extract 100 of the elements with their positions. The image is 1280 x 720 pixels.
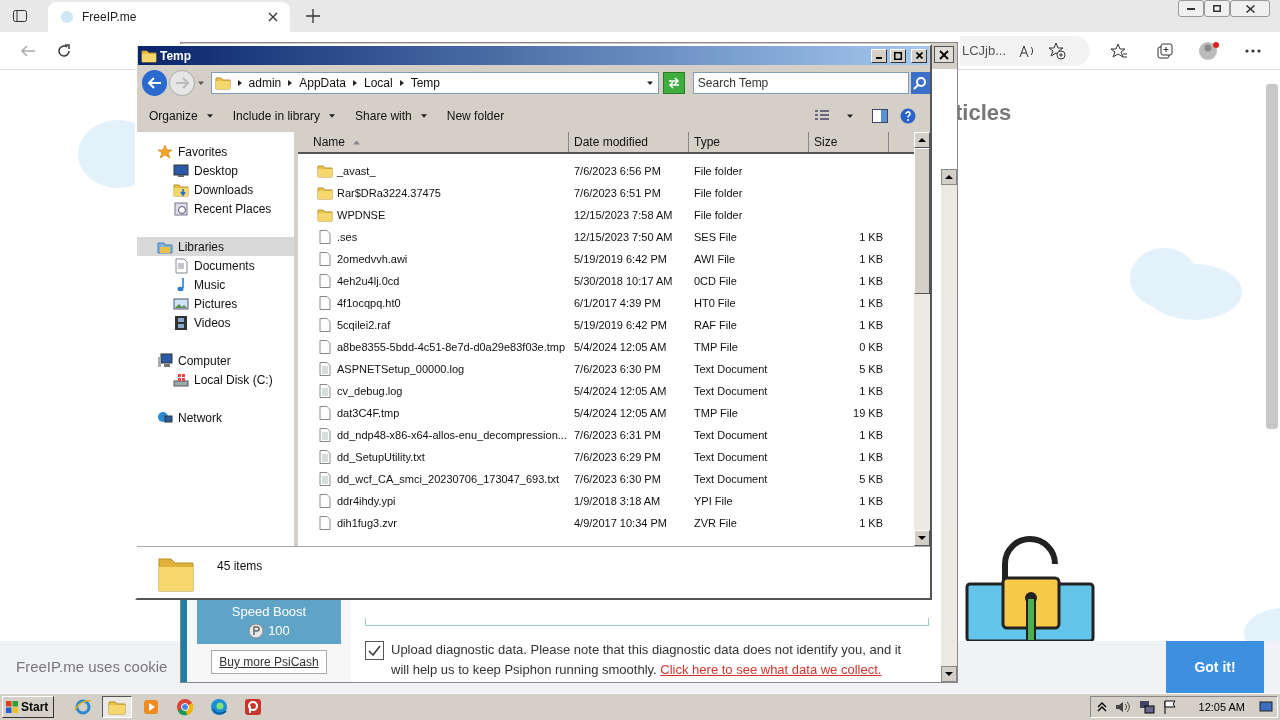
size-cell-text: 19 KB (853, 405, 883, 421)
file-row[interactable]: 5cqilei2.raf 5/19/2019 6:42 PM RAF File 1 KB (298, 314, 914, 336)
file-name: dih1fug3.zvr (337, 515, 397, 531)
clock[interactable]: 12:05 AM (1198, 698, 1245, 716)
file-row[interactable]: Rar$DRa3224.37475 7/6/2023 6:51 PM File folder (298, 182, 914, 204)
minimize-button[interactable] (1178, 0, 1204, 17)
date-cell-text: 7/6/2023 6:30 PM (573, 361, 662, 377)
file-row[interactable]: 2omedvvh.awi 5/19/2019 6:42 PM AWI File 1 KB (298, 248, 914, 270)
input-field[interactable] (365, 618, 929, 626)
data-info-link[interactable]: Click here to see what data we collect. (660, 662, 882, 677)
toolbar-button[interactable]: Include in library (226, 104, 342, 128)
file-row[interactable]: a8be8355-5bdd-4c51-8e7d-d0a29e83f03e.tmp 5/4/2024 12:05 AM TMP File 0 KB (298, 336, 914, 358)
scrollbar[interactable] (941, 169, 957, 682)
close-button[interactable] (934, 46, 954, 63)
nav-item[interactable]: Music (137, 275, 294, 294)
p-logo-icon (244, 698, 262, 716)
file-row[interactable]: 4eh2u4lj.0cd 5/30/2018 10:17 AM 0CD File 1 KB (298, 270, 914, 292)
close-icon (1245, 4, 1255, 13)
nav-item[interactable]: Desktop (137, 161, 294, 180)
scroll-up-icon (945, 174, 953, 180)
breadcrumb-item[interactable]: admin (248, 74, 282, 92)
folder-icon (317, 163, 333, 179)
file-row[interactable]: dat3C4F.tmp 5/4/2024 12:05 AM TMP File 19 KB (298, 402, 914, 424)
back-arrow-icon (20, 42, 36, 59)
taskbar-app[interactable] (102, 696, 132, 718)
details-pane: 45 items (137, 546, 930, 598)
network-icon (1138, 700, 1155, 714)
search-field[interactable]: Search Temp (692, 72, 909, 94)
file-row[interactable]: dd_SetupUtility.txt 7/6/2023 6:29 PM Text Document 1 KB (298, 446, 914, 468)
search-button[interactable] (910, 72, 930, 94)
nav-item[interactable]: Pictures (137, 294, 294, 313)
nav-item[interactable]: Local Disk (C:) (137, 370, 294, 389)
toolbar-button[interactable]: Organize (143, 104, 219, 128)
scrollbar[interactable] (1266, 84, 1278, 429)
breadcrumb-item[interactable]: AppData (299, 74, 346, 92)
date-cell-text: 7/6/2023 6:29 PM (573, 449, 662, 465)
address-bar[interactable]: admin AppData Local Temp (210, 72, 660, 94)
file-name: _avast_ (337, 163, 376, 179)
size-cell-text: 1 KB (859, 383, 883, 399)
minimize-icon (876, 57, 882, 59)
toolbar-button[interactable]: Share with (349, 104, 433, 128)
chevron-icon[interactable] (236, 79, 243, 87)
date-cell-text: 7/6/2023 6:51 PM (573, 185, 662, 201)
type-cell-text: File folder (693, 185, 744, 201)
column-header[interactable]: Name (298, 132, 569, 152)
back-button[interactable] (142, 70, 168, 96)
file-row[interactable]: 4f1ocqpq.ht0 6/1/2017 4:39 PM HT0 File 1 KB (298, 292, 914, 314)
chevron-icon[interactable] (351, 79, 358, 87)
file-row[interactable]: _avast_ 7/6/2023 6:56 PM File folder (298, 160, 914, 182)
file-row[interactable]: dih1fug3.zvr 4/9/2017 10:34 PM ZVR File 1 KB (298, 512, 914, 534)
nav-item[interactable]: Computer (137, 351, 294, 370)
back-arrow-icon (147, 77, 162, 89)
diagnostic-text: Upload diagnostic data. Please note that this diagnostic data does not identify you, and it will help us to keep Psiphon running smoothly. Click here to see what data we collect. (391, 641, 903, 679)
chevron-icon[interactable] (398, 79, 405, 87)
nav-item[interactable]: Libraries (137, 237, 294, 256)
nav-item[interactable]: Favorites (137, 142, 294, 161)
column-header[interactable]: Size (809, 132, 889, 152)
computer-icon (157, 352, 173, 369)
file-row[interactable]: .ses 12/15/2023 7:50 AM SES File 1 KB (298, 226, 914, 248)
type-cell-text: ZVR File (693, 515, 738, 531)
close-button[interactable] (1230, 0, 1270, 17)
maximize-button[interactable] (1204, 0, 1230, 17)
tab-actions-icon (12, 8, 28, 24)
buy-psicash-button[interactable]: Buy more PsiCash (211, 650, 327, 674)
type-cell-text: Text Document (693, 383, 769, 399)
file-row[interactable]: dd_wcf_CA_smci_20230706_173047_693.txt 7/6/2023 6:30 PM Text Document 5 KB (298, 468, 914, 490)
nav-item[interactable]: Network (137, 408, 294, 427)
file-name: ddr4ihdy.ypi (337, 493, 396, 509)
file-name: Rar$DRa3224.37475 (337, 185, 441, 201)
column-header[interactable]: Date modified (569, 132, 689, 152)
type-cell-text: RAF File (693, 317, 738, 333)
column-header[interactable]: Type (689, 132, 809, 152)
checkbox[interactable] (365, 641, 384, 660)
help-icon (900, 108, 916, 124)
file-row[interactable]: dd_ndp48-x86-x64-allos-enu_decompression... 7/6/2023 6:31 PM Text Document 1 KB (298, 424, 914, 446)
nav-item[interactable]: Documents (137, 256, 294, 275)
chevron-icon[interactable] (287, 79, 294, 87)
file-row[interactable]: ddr4ihdy.ypi 1/9/2018 3:18 AM YPI File 1 KB (298, 490, 914, 512)
start-button[interactable]: Start (2, 696, 54, 718)
date-cell-text: 7/6/2023 6:31 PM (573, 427, 662, 443)
file-row[interactable]: cv_debug.log 5/4/2024 12:05 AM Text Document 1 KB (298, 380, 914, 402)
file-name: 4f1ocqpq.ht0 (337, 295, 401, 311)
file-row[interactable]: ASPNETSetup_00000.log 7/6/2023 6:30 PM Text Document 5 KB (298, 358, 914, 380)
date-cell-text: 12/15/2023 7:50 AM (573, 229, 674, 245)
breadcrumb-item[interactable]: Local (363, 74, 393, 92)
scrollbar[interactable] (914, 132, 930, 546)
browser-tab[interactable]: FreeIP.me (48, 2, 290, 32)
caret-icon (420, 114, 427, 118)
address-bar[interactable]: LCJjb... (960, 35, 1090, 66)
nav-item[interactable]: Recent Places (137, 199, 294, 218)
nav-item[interactable]: Videos (137, 313, 294, 332)
toolbar-button[interactable]: New folder (440, 104, 511, 128)
file-row[interactable]: WPDNSE 12/15/2023 7:58 AM File folder (298, 204, 914, 226)
star-icon (157, 143, 173, 160)
breadcrumb-item[interactable]: Temp (410, 74, 440, 92)
scroll-down-icon (918, 535, 926, 541)
scroll-thumb[interactable] (914, 148, 930, 294)
nav-item[interactable]: Downloads (137, 180, 294, 199)
size-cell-text: 1 KB (859, 229, 883, 245)
refresh-button[interactable] (663, 72, 685, 94)
